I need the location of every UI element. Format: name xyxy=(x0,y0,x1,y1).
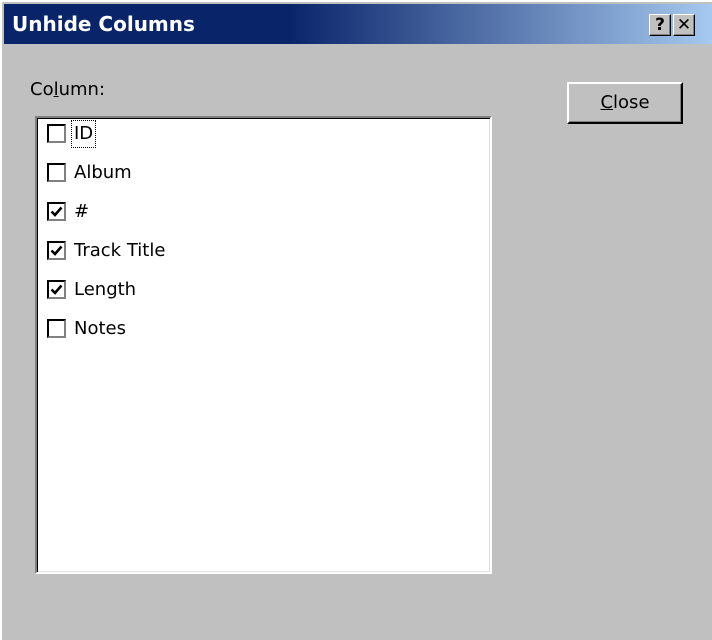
column-label-part-2: umn: xyxy=(58,79,106,100)
column-item-label: Length xyxy=(74,279,137,300)
column-item-label: ID xyxy=(71,120,97,148)
close-icon: ✕ xyxy=(676,15,692,35)
column-checkbox[interactable] xyxy=(47,124,66,143)
unhide-columns-dialog: Unhide Columns ? ✕ Column: ID Album # Track… xyxy=(0,0,712,640)
column-checkbox[interactable] xyxy=(47,163,66,182)
column-item-label: Album xyxy=(74,162,132,183)
column-item-label: Notes xyxy=(74,318,126,339)
column-list[interactable]: ID Album # Track Title Length Notes xyxy=(35,116,492,574)
checkmark-icon xyxy=(50,206,63,217)
close-button[interactable]: Close xyxy=(567,82,683,124)
close-button-accelerator: C xyxy=(600,92,614,113)
column-checkbox[interactable] xyxy=(47,319,66,338)
column-checkbox[interactable] xyxy=(47,202,66,221)
question-mark-icon: ? xyxy=(655,15,665,35)
column-checkbox[interactable] xyxy=(47,241,66,260)
column-label: Column: xyxy=(30,79,105,100)
column-item-label: Track Title xyxy=(74,240,166,261)
column-label-part-1: Co xyxy=(30,79,54,100)
window-title: Unhide Columns xyxy=(12,12,195,36)
window-close-button[interactable]: ✕ xyxy=(673,14,695,36)
column-checkbox[interactable] xyxy=(47,280,66,299)
column-item-label: # xyxy=(74,201,90,222)
checkmark-icon xyxy=(50,284,63,295)
close-button-label: lose xyxy=(613,92,650,113)
title-bar[interactable]: Unhide Columns ? ✕ xyxy=(4,4,712,44)
checkmark-icon xyxy=(50,245,63,256)
help-button[interactable]: ? xyxy=(649,14,671,36)
